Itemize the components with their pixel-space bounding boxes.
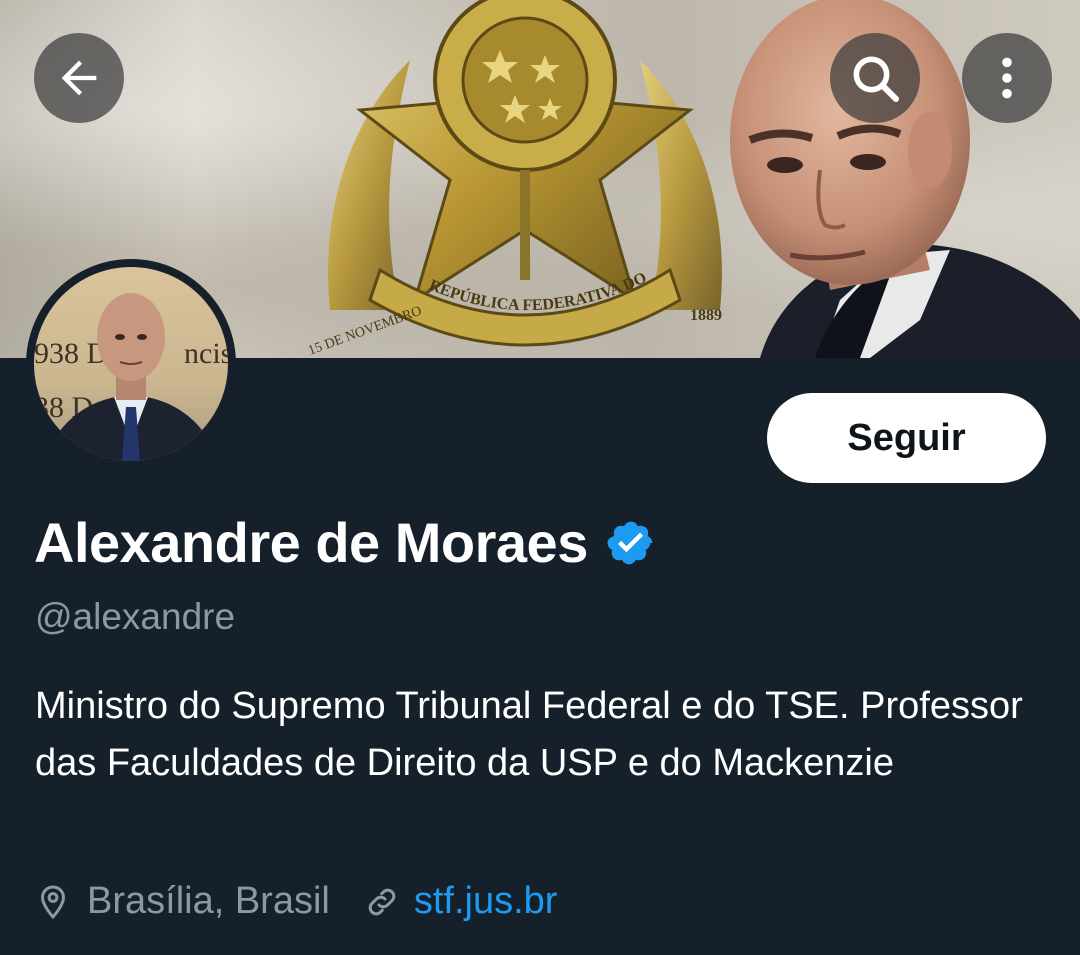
brazil-coat-of-arms-emblem: REPÚBLICA FEDERATIVA DO BRASIL 15 DE NOV…	[290, 0, 722, 358]
profile-avatar[interactable]: 938 Dc ncisco 38 D	[26, 259, 236, 469]
profile-website-link[interactable]: stf.jus.br	[414, 880, 558, 923]
profile-name-row: Alexandre de Moraes	[34, 510, 656, 575]
emblem-date-right: 1889	[690, 307, 722, 324]
profile-bio: Ministro do Supremo Tribunal Federal e d…	[35, 685, 1023, 784]
avatar-photo: 938 Dc ncisco 38 D	[34, 267, 228, 461]
search-icon	[853, 56, 900, 103]
location-pin-icon	[40, 884, 66, 919]
back-button[interactable]	[34, 33, 124, 123]
more-vertical-icon	[1002, 57, 1012, 99]
profile-meta-row: Brasília, Brasil stf.jus.br	[35, 880, 557, 923]
avatar-portrait-illustration: 938 Dc ncisco 38 D	[34, 293, 228, 461]
arrow-left-icon	[61, 60, 97, 96]
profile-location: Brasília, Brasil	[87, 880, 330, 922]
link-icon	[368, 888, 396, 915]
search-button[interactable]	[830, 33, 920, 123]
verified-badge-icon[interactable]	[606, 518, 656, 568]
emblem-date-left: 15 DE NOVEMBRO	[306, 304, 424, 358]
follow-button[interactable]: Seguir	[767, 393, 1046, 483]
avatar-backdrop-text-2: ncisco	[184, 337, 228, 370]
more-options-button[interactable]	[962, 33, 1052, 123]
profile-handle: @alexandre	[35, 596, 236, 637]
display-name: Alexandre de Moraes	[34, 511, 588, 574]
